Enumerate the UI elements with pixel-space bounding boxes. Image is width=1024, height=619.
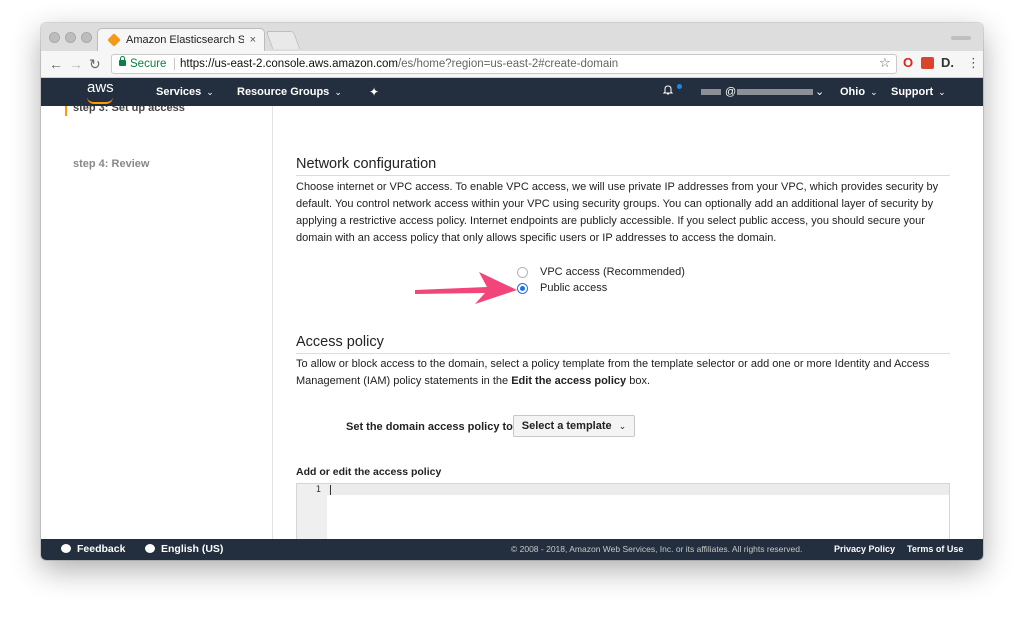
region-label: Ohio (840, 86, 866, 98)
chevron-down-icon: ⌄ (334, 87, 342, 97)
privacy-policy-link[interactable]: Privacy Policy (834, 539, 895, 560)
sidebar-divider (272, 106, 273, 539)
new-tab-button[interactable] (265, 31, 301, 49)
extension-badge-icon[interactable] (921, 57, 934, 69)
aws-navbar: aws Services ⌄ Resource Groups ⌄ ✦ @ ⌄ Ohi… (41, 78, 983, 106)
omnibox-separator (174, 58, 175, 70)
network-section-title: Network configuration (296, 156, 437, 172)
access-policy-section-title: Access policy (296, 334, 384, 350)
editor-gutter: 1 (297, 484, 327, 539)
tab-strip: Amazon Elasticsearch Service × (41, 23, 983, 51)
support-label: Support (891, 86, 934, 98)
close-window-button[interactable] (49, 32, 60, 43)
support-menu[interactable]: Support ⌄ (891, 78, 946, 106)
pin-icon[interactable]: ✦ (369, 78, 379, 106)
section-divider (296, 175, 950, 176)
set-policy-label: Set the domain access policy to (346, 421, 513, 433)
forward-arrow-icon[interactable]: → (69, 55, 83, 73)
url-path: /es/home?region=us-east-2#create-domain (397, 58, 619, 70)
bell-icon[interactable] (663, 85, 673, 95)
sidebar-step-review[interactable]: step 4: Review (73, 158, 149, 170)
tab-title: Amazon Elasticsearch Service (126, 34, 244, 46)
editor-active-line (327, 484, 949, 495)
lock-icon (119, 56, 126, 66)
services-label: Services (156, 86, 202, 98)
policy-code-editor[interactable]: 1 (296, 483, 950, 539)
browser-menu-icon[interactable]: ⋮ (967, 54, 980, 72)
redacted-account (701, 89, 721, 95)
redacted-account[interactable] (737, 89, 813, 95)
edit-policy-emphasis: Edit the access policy (511, 375, 627, 387)
url-input[interactable]: Secure https://us-east-2.console.aws.ama… (111, 54, 897, 74)
account-chevron-icon[interactable]: ⌄ (815, 78, 824, 106)
minimize-window-button[interactable] (65, 32, 76, 43)
maximize-window-button[interactable] (81, 32, 92, 43)
feedback-label: Feedback (77, 543, 126, 555)
aws-favicon-icon (107, 33, 121, 47)
region-menu[interactable]: Ohio ⌄ (840, 78, 878, 106)
active-step-indicator (65, 106, 67, 116)
browser-tab[interactable]: Amazon Elasticsearch Service × (97, 28, 265, 51)
address-bar: ← → ↻ Secure https://us-east-2.console.a… (41, 51, 983, 78)
line-number: 1 (315, 485, 321, 495)
browser-window: Amazon Elasticsearch Service × ← → ↻ Sec… (41, 23, 983, 560)
url-text: https://us-east-2.console.aws.amazon.com… (180, 55, 618, 73)
chevron-down-icon: ⌄ (938, 87, 946, 97)
aws-logo[interactable]: aws (87, 79, 114, 96)
chevron-down-icon: ⌄ (870, 87, 878, 97)
console-footer: Feedback English (US) © 2008 - 2018, Ama… (41, 539, 983, 560)
back-arrow-icon[interactable]: ← (49, 55, 63, 73)
text-cursor (330, 485, 331, 495)
reload-icon[interactable]: ↻ (89, 55, 101, 73)
services-menu[interactable]: Services ⌄ (156, 78, 214, 106)
section-divider (296, 353, 950, 354)
network-description: Choose internet or VPC access. To enable… (296, 181, 939, 244)
language-selector[interactable]: English (US) (145, 539, 223, 560)
opera-extension-icon[interactable]: O (903, 54, 913, 72)
globe-icon (145, 544, 155, 553)
vpc-access-label[interactable]: VPC access (Recommended) (540, 266, 685, 278)
editor-label: Add or edit the access policy (296, 466, 442, 478)
tab-close-icon[interactable]: × (250, 29, 256, 51)
bookmark-star-icon[interactable]: ☆ (879, 54, 891, 72)
access-policy-description-end: box. (626, 375, 651, 387)
select-template-label: Select a template (521, 420, 612, 432)
language-label: English (US) (161, 543, 224, 555)
main-content: step 3: Set up access step 4: Review Net… (41, 106, 983, 539)
url-host: https://us-east-2.console.aws.amazon.com (180, 58, 398, 70)
resource-groups-label: Resource Groups (237, 86, 330, 98)
notification-dot (677, 84, 682, 89)
chevron-down-icon: ⌄ (618, 421, 627, 431)
secure-label: Secure (130, 58, 167, 70)
access-policy-description: To allow or block access to the domain, … (296, 356, 936, 390)
feedback-link[interactable]: Feedback (61, 539, 125, 560)
aws-logo-smile-icon (87, 97, 113, 104)
account-at: @ (725, 86, 737, 98)
terms-of-use-link[interactable]: Terms of Use (907, 539, 963, 560)
public-access-label[interactable]: Public access (540, 282, 607, 294)
sidebar-step-setup-access[interactable]: step 3: Set up access (73, 106, 185, 114)
resource-groups-menu[interactable]: Resource Groups ⌄ (237, 78, 342, 106)
profile-indicator[interactable] (951, 36, 971, 40)
copyright-text: © 2008 - 2018, Amazon Web Services, Inc.… (511, 544, 803, 554)
chevron-down-icon: ⌄ (206, 87, 214, 97)
dashlane-extension-icon[interactable]: D. (941, 54, 954, 72)
select-template-dropdown[interactable]: Select a template ⌄ (513, 415, 635, 437)
annotation-arrow-icon (415, 272, 517, 304)
speech-bubble-icon (61, 544, 71, 553)
